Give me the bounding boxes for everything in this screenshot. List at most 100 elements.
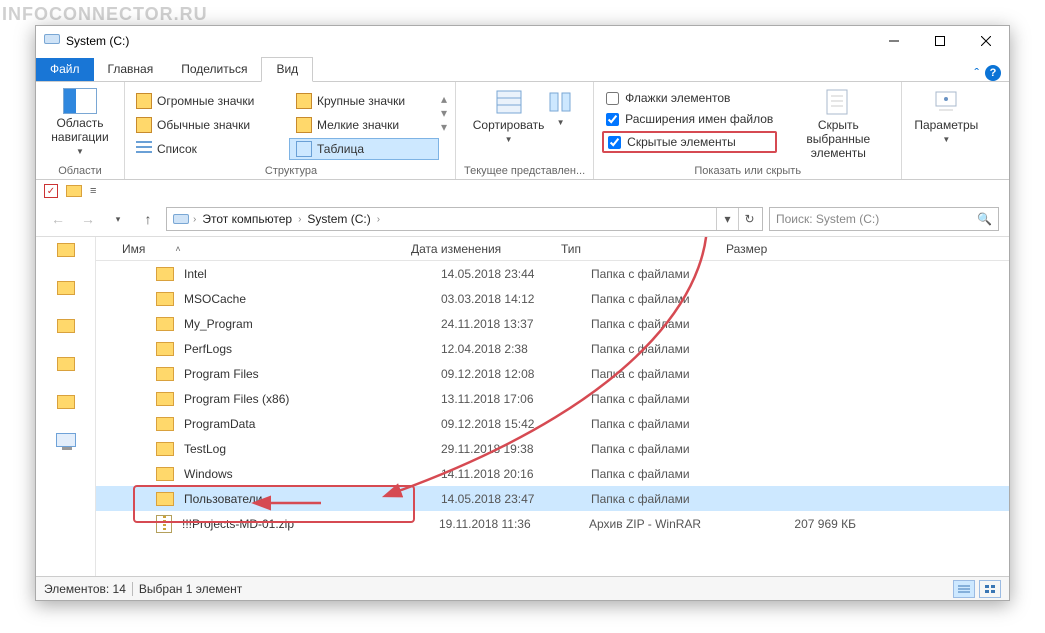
list-item[interactable]: My_Program24.11.2018 13:37Папка с файлам… xyxy=(96,311,1009,336)
list-item[interactable]: Windows14.11.2018 20:16Папка с файлами xyxy=(96,461,1009,486)
nav-tree[interactable] xyxy=(36,237,96,576)
folder-icon xyxy=(57,243,75,257)
checkbox-file-extensions[interactable]: Расширения имен файлов xyxy=(602,110,777,128)
layout-small[interactable]: Мелкие значки xyxy=(289,114,439,136)
folder-icon xyxy=(156,467,174,481)
navigation-pane-button[interactable]: Область навигации ▼ xyxy=(44,86,116,158)
item-type: Папка с файлами xyxy=(591,417,756,431)
checkbox-item-checkboxes[interactable]: Флажки элементов xyxy=(602,89,777,107)
tab-view[interactable]: Вид xyxy=(261,57,313,82)
item-name: Program Files (x86) xyxy=(184,392,441,406)
item-name: Program Files xyxy=(184,367,441,381)
list-item[interactable]: !!!Projects-MD-01.zip19.11.2018 11:36Арх… xyxy=(96,511,1009,536)
list-item[interactable]: Program Files (x86)13.11.2018 17:06Папка… xyxy=(96,386,1009,411)
address-bar[interactable]: › Этот компьютер › System (C:) › ▾ ↻ xyxy=(166,207,763,231)
layout-details[interactable]: Таблица xyxy=(289,138,439,160)
group-panes: Область навигации ▼ Области xyxy=(36,82,125,179)
watermark-text: INFOCONNECTOR.RU xyxy=(2,4,208,25)
hide-selected-button[interactable]: Скрыть выбранные элементы xyxy=(783,86,893,162)
layout-list[interactable]: Список xyxy=(129,138,279,160)
window-title: System (C:) xyxy=(66,34,871,48)
checkbox-hidden-items[interactable]: Скрытые элементы xyxy=(602,131,777,153)
item-name: ProgramData xyxy=(184,417,441,431)
chevron-down-icon: ▼ xyxy=(557,118,565,127)
up-button[interactable]: ↑ xyxy=(136,207,160,231)
list-item[interactable]: PerfLogs12.04.2018 2:38Папка с файлами xyxy=(96,336,1009,361)
item-date: 24.11.2018 13:37 xyxy=(441,317,591,331)
maximize-button[interactable] xyxy=(917,26,963,56)
options-button[interactable]: Параметры ▼ xyxy=(910,86,982,146)
layout-extra-large[interactable]: Огромные значки xyxy=(129,90,279,112)
col-name[interactable]: Имя˄ xyxy=(96,242,411,256)
list-item[interactable]: Program Files09.12.2018 12:08Папка с фай… xyxy=(96,361,1009,386)
breadcrumb-drive[interactable]: System (C:) xyxy=(301,212,376,226)
item-name: MSOCache xyxy=(184,292,441,306)
list-item[interactable]: MSOCache03.03.2018 14:12Папка с файлами xyxy=(96,286,1009,311)
layout-scroller[interactable]: ▴▾▾ xyxy=(439,86,453,138)
history-dropdown[interactable]: ▾ xyxy=(106,207,130,231)
list-item[interactable]: Intel14.05.2018 23:44Папка с файлами xyxy=(96,261,1009,286)
tab-home[interactable]: Главная xyxy=(94,58,168,81)
folder-icon xyxy=(66,185,82,197)
chevron-down-icon: ▼ xyxy=(76,147,84,156)
status-count: Элементов: 14 xyxy=(44,582,126,596)
tab-file[interactable]: Файл xyxy=(36,58,94,81)
sort-button[interactable]: Сортировать ▼ xyxy=(473,86,545,146)
address-dropdown-icon[interactable]: ▾ xyxy=(716,208,738,230)
col-size[interactable]: Размер xyxy=(726,242,846,256)
list-item[interactable]: TestLog29.11.2018 19:38Папка с файлами xyxy=(96,436,1009,461)
groupby-button[interactable]: ▼ xyxy=(545,86,577,129)
tab-share[interactable]: Поделиться xyxy=(167,58,261,81)
layout-medium[interactable]: Обычные значки xyxy=(129,114,279,136)
close-button[interactable] xyxy=(963,26,1009,56)
item-type: Папка с файлами xyxy=(591,442,756,456)
list-item[interactable]: Пользователи14.05.2018 23:47Папка с файл… xyxy=(96,486,1009,511)
layout-large[interactable]: Крупные значки xyxy=(289,90,439,112)
group-layout: Огромные значки Крупные значки Обычные з… xyxy=(125,82,456,179)
folder-icon xyxy=(156,267,174,281)
item-type: Папка с файлами xyxy=(591,492,756,506)
hide-icon xyxy=(823,88,853,116)
item-name: Windows xyxy=(184,467,441,481)
breadcrumb-this-pc[interactable]: Этот компьютер xyxy=(196,212,298,226)
this-pc-icon xyxy=(56,433,76,447)
checkbox-icon[interactable]: ✓ xyxy=(44,184,58,198)
item-date: 14.11.2018 20:16 xyxy=(441,467,591,481)
item-type: Папка с файлами xyxy=(591,467,756,481)
item-type: Архив ZIP - WinRAR xyxy=(589,517,754,531)
rows-container: Intel14.05.2018 23:44Папка с файламиMSOC… xyxy=(96,261,1009,536)
folder-icon xyxy=(57,357,75,371)
search-input[interactable]: Поиск: System (C:) 🔍 xyxy=(769,207,999,231)
folder-icon xyxy=(156,367,174,381)
item-name: TestLog xyxy=(184,442,441,456)
back-button[interactable]: ← xyxy=(46,207,70,231)
titlebar: System (C:) xyxy=(36,26,1009,56)
help-icon[interactable]: ? xyxy=(985,65,1001,81)
item-date: 14.05.2018 23:47 xyxy=(441,492,591,506)
item-name: Intel xyxy=(184,267,441,281)
item-name: !!!Projects-MD-01.zip xyxy=(182,517,439,531)
file-list: Имя˄ Дата изменения Тип Размер Intel14.0… xyxy=(96,237,1009,576)
item-date: 03.03.2018 14:12 xyxy=(441,292,591,306)
search-icon: 🔍 xyxy=(977,212,992,226)
overflow-icon[interactable]: ≡ xyxy=(90,185,96,197)
item-date: 09.12.2018 15:42 xyxy=(441,417,591,431)
view-details-button[interactable] xyxy=(953,580,975,598)
list-item[interactable]: ProgramData09.12.2018 15:42Папка с файла… xyxy=(96,411,1009,436)
col-date[interactable]: Дата изменения xyxy=(411,242,561,256)
chevron-down-icon: ▼ xyxy=(942,135,950,144)
view-thumbnails-button[interactable] xyxy=(979,580,1001,598)
drive-icon xyxy=(173,214,189,224)
item-name: PerfLogs xyxy=(184,342,441,356)
folder-icon xyxy=(57,395,75,409)
drive-icon xyxy=(44,33,60,49)
col-type[interactable]: Тип xyxy=(561,242,726,256)
folder-icon xyxy=(156,317,174,331)
forward-button[interactable]: → xyxy=(76,207,100,231)
folder-icon xyxy=(57,281,75,295)
minimize-ribbon-icon[interactable]: ˆ xyxy=(974,65,979,81)
minimize-button[interactable] xyxy=(871,26,917,56)
refresh-button[interactable]: ↻ xyxy=(738,208,760,230)
item-date: 09.12.2018 12:08 xyxy=(441,367,591,381)
item-type: Папка с файлами xyxy=(591,342,756,356)
